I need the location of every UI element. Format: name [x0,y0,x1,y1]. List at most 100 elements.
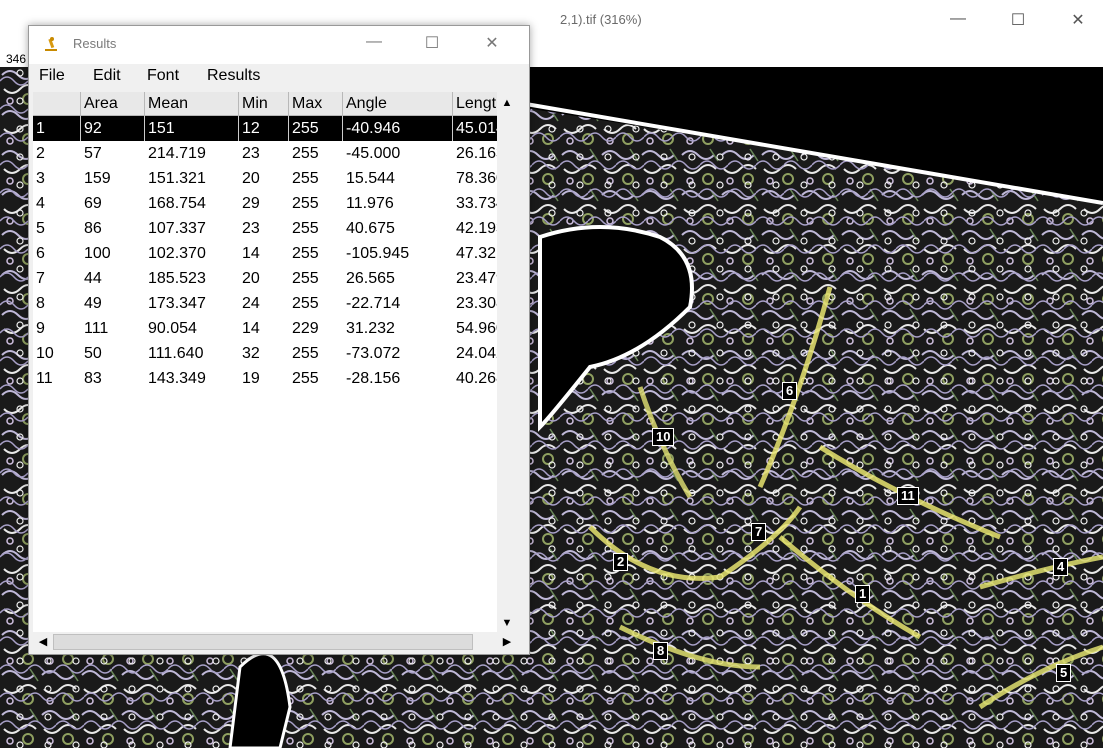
table-row[interactable]: 9 111 90.054 14 229 31.232 54.960 [33,316,497,341]
table-cell: 255 [292,245,319,262]
table-cell: 102.370 [148,245,206,262]
table-cell: 83 [84,370,102,387]
table-cell: 7 [36,270,45,287]
column-header[interactable] [33,92,81,116]
roi-label[interactable]: 2 [613,553,629,571]
results-menubar: File Edit Font Results [29,64,529,88]
image-maximize-button[interactable]: ☐ [1006,10,1030,30]
vertical-scrollbar[interactable]: ▲ ▼ [497,92,517,636]
table-cell: 255 [292,220,319,237]
table-cell: 2 [36,145,45,162]
results-close-button[interactable]: ✕ [477,33,507,53]
table-row[interactable]: 8 49 173.347 24 255 -22.714 23.308 [33,291,497,316]
image-close-button[interactable]: ✕ [1066,10,1090,30]
horizontal-scroll-thumb[interactable] [53,634,473,650]
roi-label[interactable]: 10 [652,428,675,446]
roi-label[interactable]: 5 [1056,664,1072,682]
column-header[interactable]: Mean [145,92,239,116]
table-cell: 78.360 [456,170,497,187]
table-cell: 45.014 [453,116,497,141]
table-cell: 44 [84,270,102,287]
roi-label[interactable]: 6 [782,382,798,400]
table-cell: 40.675 [346,220,395,237]
scroll-up-arrow-icon[interactable]: ▲ [497,92,517,114]
roi-label[interactable]: 1 [855,585,871,603]
table-cell: 255 [292,295,319,312]
table-cell: 15.544 [346,170,395,187]
scroll-down-arrow-icon[interactable]: ▼ [497,612,517,634]
image-status-text: 346 [6,52,27,66]
table-cell: 3 [36,170,45,187]
roi-label[interactable]: 4 [1053,558,1069,576]
image-minimize-button[interactable]: — [946,10,970,28]
roi-label[interactable]: 7 [751,523,767,541]
table-row[interactable]: 3 159 151.321 20 255 15.544 78.360 [33,166,497,191]
results-maximize-button[interactable]: ☐ [417,33,447,53]
column-header[interactable]: Lengt [453,92,497,116]
table-cell: 10 [36,345,54,362]
table-cell: 168.754 [148,195,206,212]
column-header[interactable]: Min [239,92,289,116]
table-cell: 23 [242,145,260,162]
table-cell: 42.193 [456,220,497,237]
results-table[interactable]: Area Mean Min Max Angle Lengt 1 92 151 12 255 -40.9… [33,92,497,636]
table-row[interactable]: 7 44 185.523 20 255 26.565 23.479 [33,266,497,291]
table-cell: 1 [33,116,81,141]
table-cell: -40.946 [343,116,453,141]
scroll-right-arrow-icon[interactable]: ▶ [497,632,517,652]
table-row[interactable]: 10 50 111.640 32 255 -73.072 24.042 [33,341,497,366]
table-cell: 5 [36,220,45,237]
column-header[interactable]: Max [289,92,343,116]
results-titlebar[interactable]: Results — ☐ ✕ [29,26,529,64]
column-header[interactable]: Area [81,92,145,116]
menu-font[interactable]: Font [147,67,179,85]
table-cell: 50 [84,345,102,362]
table-cell: 229 [292,320,319,337]
table-cell: 23.479 [456,270,497,287]
table-cell: 14 [242,245,260,262]
table-cell: 111 [84,320,109,337]
table-cell: 107.337 [148,220,206,237]
table-cell: 92 [81,116,145,141]
scroll-left-arrow-icon[interactable]: ◀ [33,632,53,652]
table-cell: 173.347 [148,295,206,312]
table-row[interactable]: 19215112255-40.94645.014 [33,116,497,141]
results-window: Results — ☐ ✕ File Edit Font Results Are… [28,25,530,655]
table-cell: 40.268 [456,370,497,387]
table-cell: 14 [242,320,260,337]
table-row[interactable]: 6 100 102.370 14 255 -105.945 47.32 [33,241,497,266]
table-cell: 255 [292,195,319,212]
table-cell: 214.719 [148,145,206,162]
table-cell: 143.349 [148,370,206,387]
table-cell: 33.734 [456,195,497,212]
menu-results[interactable]: Results [207,67,260,85]
table-cell: 255 [292,170,319,187]
table-row[interactable]: 2 57 214.719 23 255 -45.000 26.163 [33,141,497,166]
table-cell: 24 [242,295,260,312]
table-cell: 151.321 [148,170,206,187]
table-cell: 20 [242,270,260,287]
table-cell: 19 [242,370,260,387]
image-window-title: 2,1).tif (316%) [560,12,642,27]
table-cell: 23.308 [456,295,497,312]
table-cell: 57 [84,145,102,162]
table-row[interactable]: 4 69 168.754 29 255 11.976 33.734 [33,191,497,216]
roi-label[interactable]: 8 [653,642,669,660]
microscope-icon [45,37,57,51]
table-cell: 111.640 [148,345,204,362]
menu-file[interactable]: File [39,67,65,85]
menu-edit[interactable]: Edit [93,67,121,85]
table-cell: 90.054 [148,320,197,337]
horizontal-scrollbar[interactable]: ◀ ▶ [33,632,517,652]
table-cell: -28.156 [346,370,401,387]
roi-label[interactable]: 11 [897,487,919,505]
table-cell: 32 [242,345,260,362]
table-cell: 11.976 [346,195,394,212]
table-row[interactable]: 11 83 143.349 19 255 -28.156 40.268 [33,366,497,391]
table-cell: 54.960 [456,320,497,337]
column-header[interactable]: Angle [343,92,453,116]
table-row[interactable]: 5 86 107.337 23 255 40.675 42.193 [33,216,497,241]
table-cell: -22.714 [346,295,401,312]
table-cell: 47.32 [456,245,497,262]
results-minimize-button[interactable]: — [359,33,389,51]
